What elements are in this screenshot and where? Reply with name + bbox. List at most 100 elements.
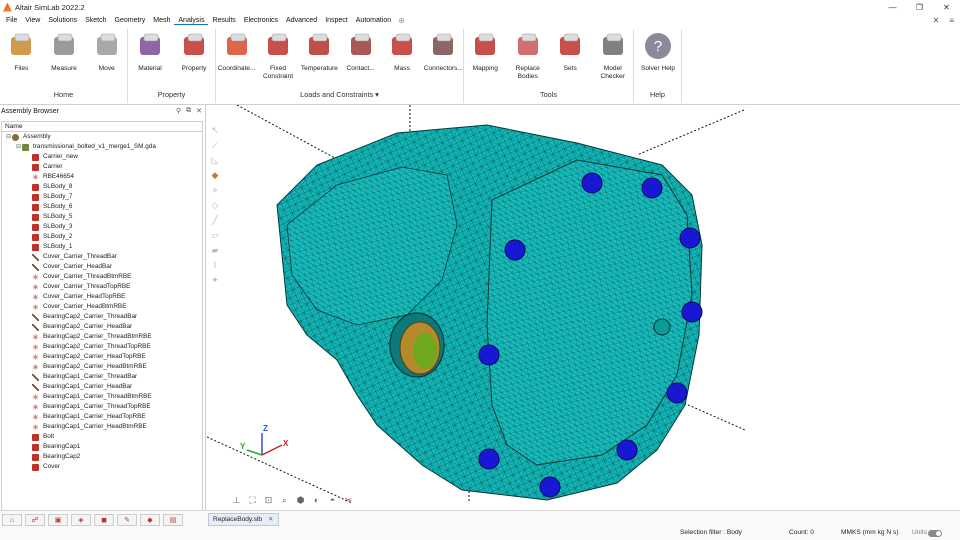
tree-item[interactable]: SLBody_8 (2, 182, 202, 192)
tool-coordinate[interactable]: Coordinate... (215, 31, 259, 73)
tool-move[interactable]: Move (85, 31, 129, 73)
minimize-button[interactable]: — (879, 0, 906, 14)
tool-measure[interactable]: Measure (42, 31, 86, 73)
restore-button[interactable]: ❐ (906, 0, 933, 14)
tree-item[interactable]: Carrier_new (2, 152, 202, 162)
menu-advanced[interactable]: Advanced (282, 17, 321, 24)
tree-item[interactable]: ✳ BearingCap1_Carrier_HeadBtmRBE (2, 422, 202, 432)
menu-sketch[interactable]: Sketch (81, 17, 110, 24)
tree-item[interactable]: SLBody_3 (2, 222, 202, 232)
tree-item[interactable]: SLBody_1 (2, 242, 202, 252)
select-tool-icon[interactable]: ↖ (210, 125, 220, 135)
selection-filter[interactable]: Selection filter : Body (680, 529, 742, 536)
browser-float-icon[interactable]: ⧉ (186, 107, 191, 115)
fit-view-icon[interactable]: ⛶ (246, 494, 259, 506)
tree-item[interactable]: ✳ BearingCap2_Carrier_ThreadBtmRBE (2, 332, 202, 342)
tree-item[interactable]: ⊟ Assembly (2, 132, 202, 142)
tool-contact[interactable]: Contact... (339, 31, 383, 73)
options-icon[interactable]: ≡ (949, 16, 954, 25)
body-tool-icon[interactable]: ◆ (210, 170, 220, 180)
edit-tool-icon[interactable]: ✎ (117, 514, 137, 526)
sheet-tool-icon[interactable]: ▤ (163, 514, 183, 526)
node-tool-icon[interactable]: ⋄ (210, 185, 220, 195)
tree-item[interactable]: BearingCap1_Carrier_ThreadBar (2, 372, 202, 382)
tree-item[interactable]: BearingCap2_Carrier_ThreadBar (2, 312, 202, 322)
tool-model-checker[interactable]: Model Checker (591, 31, 635, 81)
ribbon-group-label[interactable]: Loads and Constraints ▾ (216, 90, 463, 99)
tool-mapping[interactable]: Mapping (463, 31, 507, 73)
file-tab-close-icon[interactable]: ✕ (268, 516, 274, 523)
line-tool-icon[interactable]: ╱ (210, 215, 220, 225)
tree-item[interactable]: ✳ BearingCap2_Carrier_ThreadTopRBE (2, 342, 202, 352)
shading-icon[interactable]: ◐ (310, 494, 323, 506)
close-button[interactable]: ✕ (933, 0, 960, 14)
tree-item[interactable]: ✳ BearingCap1_Carrier_HeadTopRBE (2, 412, 202, 422)
menu-mesh[interactable]: Mesh (149, 17, 174, 24)
tree-item[interactable]: ✳ Cover_Carrier_ThreadBtmRBE (2, 272, 202, 282)
tree-item[interactable]: ✳ Cover_Carrier_HeadBtmRBE (2, 302, 202, 312)
tree-item[interactable]: ✳ RBE46654 (2, 172, 202, 182)
close-doc-icon[interactable]: ✕ (933, 16, 940, 25)
tree-item[interactable]: BearingCap1_Carrier_HeadBar (2, 382, 202, 392)
tree-item[interactable]: ✳ BearingCap2_Carrier_HeadTopRBE (2, 352, 202, 362)
tree-item[interactable]: ✳ BearingCap1_Carrier_ThreadBtmRBE (2, 392, 202, 402)
iso-view-icon[interactable]: ⬢ (294, 494, 307, 506)
triad-view-icon[interactable]: ⊥ (230, 494, 243, 506)
tool-replace-bodies[interactable]: Replace Bodies (506, 31, 550, 81)
tree-item[interactable]: SLBody_7 (2, 192, 202, 202)
tool-sets[interactable]: Sets (548, 31, 592, 73)
element-tool-icon[interactable]: ◇ (210, 200, 220, 210)
tree-item[interactable]: Cover (2, 462, 202, 472)
menu-electronics[interactable]: Electronics (240, 17, 282, 24)
tree-item[interactable]: Cover_Carrier_ThreadBar (2, 252, 202, 262)
menu-automation[interactable]: Automation (352, 17, 395, 24)
carrier-housing[interactable] (276, 124, 703, 501)
parts-tool-icon[interactable]: ▣ (48, 514, 68, 526)
menu-geometry[interactable]: Geometry (111, 17, 150, 24)
tool-material[interactable]: Material (128, 31, 172, 73)
tool-temperature[interactable]: Temperature (297, 31, 341, 73)
file-tab[interactable]: ReplaceBody.slb ✕ (208, 513, 279, 526)
tree-item[interactable]: BearingCap2_Carrier_HeadBar (2, 322, 202, 332)
graphics-viewport[interactable]: Z X Y (206, 104, 960, 510)
tree-item[interactable]: ✳ BearingCap2_Carrier_HeadBtmRBE (2, 362, 202, 372)
zoom-icon[interactable]: ⌕ (278, 494, 291, 506)
menu-results[interactable]: Results (208, 17, 239, 24)
menu-solutions[interactable]: Solutions (44, 17, 81, 24)
model-view[interactable]: Z X Y (206, 104, 960, 510)
expand-toggle-icon[interactable]: ⊟ (5, 132, 12, 142)
tree-item[interactable]: SLBody_2 (2, 232, 202, 242)
mesh-display-icon[interactable]: ◓ (326, 494, 339, 506)
units-display[interactable]: MMKS (mm kg N s) (841, 529, 899, 536)
tree-item[interactable]: ✳ BearingCap1_Carrier_ThreadTopRBE (2, 402, 202, 412)
expand-toggle-icon[interactable]: ⊟ (15, 142, 22, 152)
tool-connectors[interactable]: Connectors... (421, 31, 465, 73)
layers-tool-icon[interactable]: ◈ (71, 514, 91, 526)
mesh-tool-icon[interactable]: ◆ (140, 514, 160, 526)
menu-add-icon[interactable]: ⊕ (395, 16, 408, 25)
tool-fixed-constraint[interactable]: Fixed Constraint (256, 31, 300, 81)
cube-tool-icon[interactable]: ◼ (94, 514, 114, 526)
browser-search-icon[interactable]: ⚲ (176, 107, 181, 115)
model-tool-icon[interactable]: ⌂ (2, 514, 22, 526)
region-tool-icon[interactable]: ▱ (210, 230, 220, 240)
face-tool-icon[interactable]: ◺ (210, 155, 220, 165)
tree-item[interactable]: SLBody_5 (2, 212, 202, 222)
tool-mass[interactable]: Mass (380, 31, 424, 73)
menu-analysis[interactable]: Analysis (174, 17, 209, 25)
tree-item[interactable]: ⊟ transmissional_bolted_v1_merge1_SM.gda (2, 142, 202, 152)
tree-item[interactable]: BearingCap2 (2, 452, 202, 462)
tree-item[interactable]: SLBody_6 (2, 202, 202, 212)
menu-inspect[interactable]: Inspect (321, 17, 352, 24)
results-tool-icon[interactable]: ☍ (25, 514, 45, 526)
clip-icon[interactable]: ✂ (342, 494, 355, 506)
tree-item[interactable]: BearingCap1 (2, 442, 202, 452)
menu-view[interactable]: View (21, 17, 44, 24)
menu-file[interactable]: File (2, 17, 21, 24)
edge-tool-icon[interactable]: ⟋ (210, 140, 220, 150)
units-toggle[interactable] (928, 530, 942, 537)
tool-solver-help[interactable]: ? Solver Help (636, 31, 680, 73)
vertex-tool-icon[interactable]: ▰ (210, 245, 220, 255)
tool-files[interactable]: Files (0, 31, 43, 73)
misc-tool-icon[interactable]: ✦ (210, 275, 220, 285)
